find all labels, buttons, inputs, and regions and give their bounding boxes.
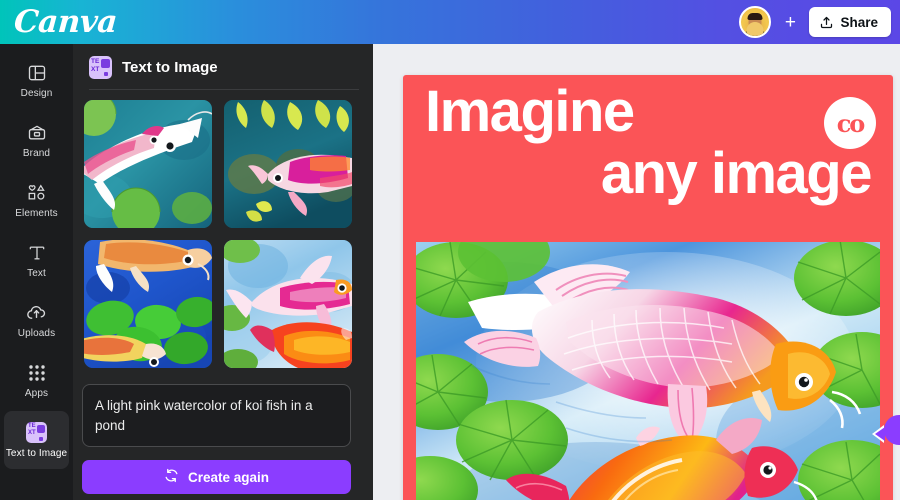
text-to-image-panel: TE XT Text to Image A light pink waterco…: [73, 44, 373, 500]
sidebar-item-label: Uploads: [17, 327, 56, 339]
sidebar-item-brand[interactable]: Brand: [4, 111, 69, 169]
elements-icon: [26, 182, 48, 204]
sidebar-item-elements[interactable]: Elements: [4, 171, 69, 229]
canva-editor-window: Canva + Share Design Brand Elements Text…: [0, 0, 900, 500]
share-button[interactable]: Share: [809, 7, 891, 37]
avatar-image: [739, 6, 772, 38]
koi-hero-illustration: [416, 242, 880, 500]
generated-image-thumbnail[interactable]: [84, 100, 212, 228]
sidebar-item-label: Elements: [15, 207, 58, 219]
apps-icon: [28, 362, 46, 384]
canva-logo[interactable]: Canva: [13, 4, 118, 40]
headline-line-2: any image: [600, 141, 873, 207]
koi-thumbnail-3: [84, 240, 212, 368]
koi-thumbnail-2: [224, 100, 352, 228]
sidebar-item-uploads[interactable]: Uploads: [4, 291, 69, 349]
upload-icon: [26, 302, 47, 324]
left-rail: Design Brand Elements Text Uploads Apps …: [0, 44, 73, 500]
sidebar-item-text-to-image[interactable]: TE XT Text to Image: [4, 411, 69, 469]
top-bar-actions: + Share: [739, 6, 900, 38]
prompt-input[interactable]: A light pink watercolor of koi fish in a…: [82, 384, 351, 448]
top-bar: Canva + Share: [0, 0, 900, 44]
create-again-label: Create again: [187, 469, 270, 485]
sidebar-item-design[interactable]: Design: [4, 51, 69, 109]
hero-image[interactable]: [416, 242, 880, 500]
sidebar-item-label: Apps: [24, 387, 49, 399]
sidebar-item-text[interactable]: Text: [4, 231, 69, 289]
panel-header: TE XT Text to Image: [73, 44, 373, 89]
headline-line-1: Imagine: [425, 79, 635, 144]
add-collaborator-button[interactable]: +: [777, 9, 803, 35]
generated-image-thumbnail[interactable]: [224, 240, 352, 368]
panel-divider: [89, 89, 359, 90]
co-badge[interactable]: co: [824, 97, 876, 149]
design-page[interactable]: Imagine any image co: [403, 75, 893, 500]
text-icon: [27, 242, 47, 264]
design-icon: [27, 62, 47, 84]
generated-image-thumbnail[interactable]: [84, 240, 212, 368]
sidebar-item-label: Design: [20, 87, 53, 99]
upload-icon: [819, 15, 834, 30]
text-to-image-icon: TE XT: [89, 56, 112, 79]
avatar[interactable]: [739, 6, 772, 38]
sidebar-item-label: Text to Image: [5, 447, 68, 459]
koi-thumbnail-4: [224, 240, 352, 368]
koi-thumbnail-1: [84, 100, 212, 228]
brand-icon: [27, 122, 47, 144]
sidebar-item-label: Brand: [22, 147, 51, 159]
avatar-body: [745, 27, 766, 36]
refresh-icon: [164, 468, 179, 486]
generated-image-thumbnail[interactable]: [224, 100, 352, 228]
sidebar-item-label: Text: [27, 267, 46, 279]
canvas-area[interactable]: Imagine any image co: [373, 44, 900, 500]
share-button-label: Share: [840, 14, 878, 30]
generated-image-grid: [75, 100, 373, 368]
panel-title: Text to Image: [122, 59, 218, 76]
design-headline[interactable]: Imagine any image: [425, 79, 873, 207]
create-again-button[interactable]: Create again: [82, 460, 351, 495]
avatar-hair: [747, 13, 763, 20]
text-to-image-icon: TE XT: [26, 422, 47, 444]
sidebar-item-apps[interactable]: Apps: [4, 351, 69, 409]
